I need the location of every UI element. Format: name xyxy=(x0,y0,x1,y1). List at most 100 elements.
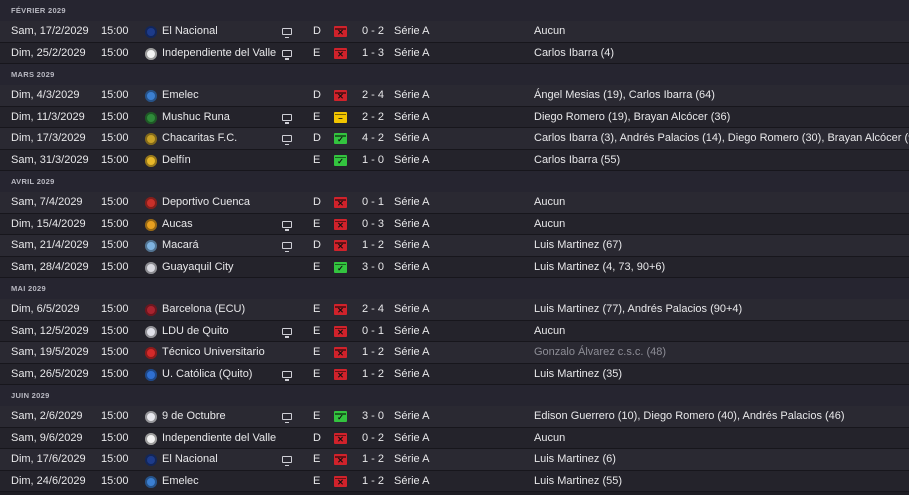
match-date: Sam, 21/4/2029 xyxy=(11,239,89,251)
match-time: 15:00 xyxy=(101,25,129,37)
competition-link[interactable]: Série A xyxy=(394,364,429,386)
match-row[interactable]: Sam, 28/4/2029 15:00 Guayaquil City E ✓ 3 - 0… xyxy=(0,256,909,279)
match-date: Sam, 9/6/2029 xyxy=(11,431,83,444)
competition-link[interactable]: Série A xyxy=(394,107,429,129)
competition-link[interactable]: Série A xyxy=(394,192,429,214)
opponent-team-link[interactable]: Chacaritas F.C. xyxy=(162,128,237,150)
competition-link[interactable]: Série A xyxy=(394,449,429,471)
venue-indicator: E xyxy=(313,410,321,422)
opponent-team-link[interactable]: Barcelona (ECU) xyxy=(162,299,245,321)
match-date: Dim, 17/3/2029 xyxy=(11,132,86,144)
match-time: 15:00 xyxy=(101,239,129,251)
competition-link[interactable]: Série A xyxy=(394,342,429,364)
competition-link[interactable]: Série A xyxy=(394,235,429,257)
match-date: Sam, 7/4/2029 xyxy=(11,196,83,208)
match-date: Dim, 11/3/2029 xyxy=(11,110,85,123)
opponent-team-link[interactable]: Emelec xyxy=(162,85,199,107)
match-score[interactable]: 0 - 1 xyxy=(362,321,384,343)
result-icon: ✕ xyxy=(334,432,347,444)
result-icon: ✕ xyxy=(334,197,347,208)
competition-link[interactable]: Série A xyxy=(394,214,429,236)
match-score[interactable]: 2 - 4 xyxy=(362,299,384,321)
match-row[interactable]: Dim, 24/6/2029 15:00 Emelec E ✕ 1 - 2 Série A L… xyxy=(0,470,909,493)
goalscorers: Carlos Ibarra (55) xyxy=(534,153,621,166)
team-badge-icon xyxy=(145,47,157,60)
match-row[interactable]: Sam, 9/6/2029 15:00 Independiente del Vall… xyxy=(0,427,909,450)
match-row[interactable]: Sam, 26/5/2029 15:00 U. Católica (Quito) E ✕… xyxy=(0,363,909,386)
competition-link[interactable]: Série A xyxy=(394,299,429,321)
competition-link[interactable]: Série A xyxy=(394,43,429,65)
match-row[interactable]: Dim, 11/3/2029 15:00 Mushuc Runa E – 2 - 2 Sér… xyxy=(0,106,909,129)
opponent-team-link[interactable]: Emelec xyxy=(162,471,199,493)
competition-link[interactable]: Série A xyxy=(394,406,429,428)
opponent-team-link[interactable]: Independiente del Valle xyxy=(162,428,276,450)
opponent-team-link[interactable]: Macará xyxy=(162,235,199,257)
match-score[interactable]: 0 - 2 xyxy=(362,21,384,43)
match-row[interactable]: Sam, 2/6/2029 15:00 9 de Octubre E ✓ 3 - 0 Sér… xyxy=(0,406,909,428)
match-score[interactable]: 2 - 2 xyxy=(362,107,384,129)
result-icon: ✕ xyxy=(334,304,347,315)
opponent-team-link[interactable]: Independiente del Valle xyxy=(162,43,276,65)
team-badge-icon xyxy=(145,111,157,124)
match-time: 15:00 xyxy=(101,260,129,273)
match-score[interactable]: 1 - 0 xyxy=(362,150,384,172)
match-score[interactable]: 3 - 0 xyxy=(362,406,384,428)
goalscorers: Carlos Ibarra (4) xyxy=(534,46,615,59)
opponent-team-link[interactable]: Mushuc Runa xyxy=(162,107,230,129)
match-score[interactable]: 2 - 4 xyxy=(362,85,384,107)
match-row[interactable]: Sam, 31/3/2029 15:00 Delfín E ✓ 1 - 0 Série A C… xyxy=(0,149,909,172)
match-score[interactable]: 1 - 2 xyxy=(362,235,384,257)
match-row[interactable]: Dim, 17/6/2029 15:00 El Nacional E ✕ 1 - 2 Sér… xyxy=(0,449,909,471)
match-score[interactable]: 4 - 2 xyxy=(362,128,384,150)
opponent-team-link[interactable]: El Nacional xyxy=(162,449,218,471)
match-score[interactable]: 0 - 1 xyxy=(362,192,384,214)
match-date: Dim, 15/4/2029 xyxy=(11,217,86,230)
competition-link[interactable]: Série A xyxy=(394,321,429,343)
competition-link[interactable]: Série A xyxy=(394,471,429,493)
opponent-team-link[interactable]: Delfín xyxy=(162,150,191,172)
competition-link[interactable]: Série A xyxy=(394,428,429,450)
competition-link[interactable]: Série A xyxy=(394,85,429,107)
competition-link[interactable]: Série A xyxy=(394,150,429,172)
match-score[interactable]: 1 - 2 xyxy=(362,364,384,386)
match-score[interactable]: 1 - 3 xyxy=(362,43,384,65)
venue-indicator: E xyxy=(313,217,321,230)
month-header: MARS 2029 xyxy=(0,64,909,85)
match-score[interactable]: 0 - 3 xyxy=(362,214,384,236)
opponent-team-link[interactable]: U. Católica (Quito) xyxy=(162,364,252,386)
venue-indicator: D xyxy=(313,89,321,101)
opponent-team-link[interactable]: El Nacional xyxy=(162,21,218,43)
goalscorers: Carlos Ibarra (3), Andrés Palacios (14),… xyxy=(534,132,909,144)
match-score[interactable]: 1 - 2 xyxy=(362,342,384,364)
opponent-team-link[interactable]: LDU de Quito xyxy=(162,321,229,343)
match-score[interactable]: 1 - 2 xyxy=(362,449,384,471)
match-score[interactable]: 3 - 0 xyxy=(362,257,384,279)
opponent-team-link[interactable]: Guayaquil City xyxy=(162,257,234,279)
match-row[interactable]: Sam, 7/4/2029 15:00 Deportivo Cuenca D ✕ 0 - … xyxy=(0,192,909,214)
tv-broadcast-icon xyxy=(282,113,292,124)
match-row[interactable]: Dim, 6/5/2029 15:00 Barcelona (ECU) E ✕ 2 - 4… xyxy=(0,299,909,321)
match-row[interactable]: Dim, 4/3/2029 15:00 Emelec D ✕ 2 - 4 Série A Án… xyxy=(0,85,909,107)
month-header: FÉVRIER 2029 xyxy=(0,0,909,21)
match-row[interactable]: Dim, 25/2/2029 15:00 Independiente del Val… xyxy=(0,42,909,65)
opponent-team-link[interactable]: Deportivo Cuenca xyxy=(162,192,250,214)
match-time: 15:00 xyxy=(101,89,129,101)
match-row[interactable]: Sam, 17/2/2029 15:00 El Nacional D ✕ 0 - 2 Sér… xyxy=(0,21,909,43)
match-score[interactable]: 0 - 2 xyxy=(362,428,384,450)
match-row[interactable]: Dim, 17/3/2029 15:00 Chacaritas F.C. D ✓ 4 - … xyxy=(0,128,909,150)
match-row[interactable]: Dim, 15/4/2029 15:00 Aucas E ✕ 0 - 3 Série A Au… xyxy=(0,213,909,236)
match-date: Sam, 31/3/2029 xyxy=(11,153,89,166)
result-icon: ✕ xyxy=(334,90,347,101)
match-row[interactable]: Sam, 19/5/2029 15:00 Técnico Universitario… xyxy=(0,342,909,364)
competition-link[interactable]: Série A xyxy=(394,257,429,279)
goalscorers: Aucun xyxy=(534,25,566,37)
competition-link[interactable]: Série A xyxy=(394,21,429,43)
competition-link[interactable]: Série A xyxy=(394,128,429,150)
match-row[interactable]: Sam, 21/4/2029 15:00 Macará D ✕ 1 - 2 Série A L… xyxy=(0,235,909,257)
match-score[interactable]: 1 - 2 xyxy=(362,471,384,493)
opponent-team-link[interactable]: 9 de Octubre xyxy=(162,406,226,428)
opponent-team-link[interactable]: Técnico Universitario xyxy=(162,342,265,364)
match-date: Sam, 19/5/2029 xyxy=(11,346,89,358)
opponent-team-link[interactable]: Aucas xyxy=(162,214,193,236)
match-row[interactable]: Sam, 12/5/2029 15:00 LDU de Quito E ✕ 0 - 1 Sé… xyxy=(0,320,909,343)
